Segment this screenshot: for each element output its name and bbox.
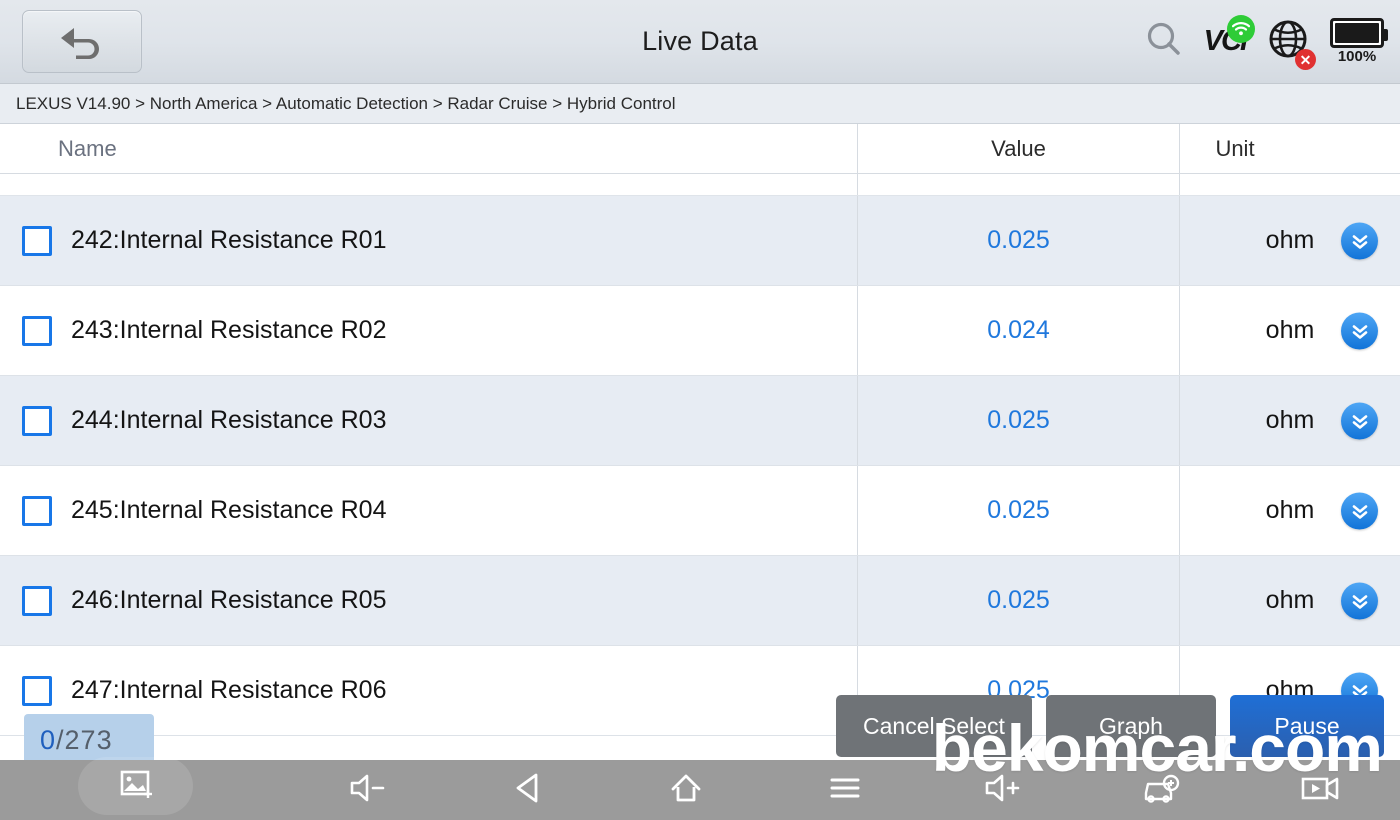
row-name-cell: 246:Internal Resistance R05 — [0, 556, 858, 645]
table-header-spacer — [0, 174, 1400, 196]
volume-up-icon — [982, 771, 1026, 810]
live-data-table: 242:Internal Resistance R010.025ohm243:I… — [0, 196, 1400, 736]
record-video-button[interactable] — [1241, 770, 1400, 811]
row-value-cell: 0.025 — [858, 556, 1180, 645]
row-name-cell: 243:Internal Resistance R02 — [0, 286, 858, 375]
row-checkbox[interactable] — [22, 496, 52, 526]
home-icon — [667, 769, 705, 812]
table-row[interactable]: 243:Internal Resistance R02 0.024 ohm — [0, 286, 1400, 376]
android-back-button[interactable] — [449, 769, 608, 812]
battery-icon — [1330, 18, 1384, 48]
table-header-row: Name Value Unit — [0, 124, 1400, 174]
back-button[interactable] — [22, 10, 142, 73]
row-name-label: 243:Internal Resistance R02 — [71, 316, 386, 345]
row-unit-label: ohm — [1266, 316, 1315, 345]
total-count: /273 — [56, 725, 113, 756]
row-checkbox[interactable] — [22, 586, 52, 616]
screenshot-image-icon — [116, 764, 156, 809]
status-icons: VCI ✕ — [1144, 17, 1384, 66]
battery-status: 100% — [1330, 18, 1384, 65]
row-unit-label: ohm — [1266, 496, 1315, 525]
row-checkbox[interactable] — [22, 226, 52, 256]
android-navigation-bar — [0, 760, 1400, 820]
row-checkbox[interactable] — [22, 676, 52, 706]
search-button[interactable] — [1144, 19, 1184, 64]
row-name-label: 246:Internal Resistance R05 — [71, 586, 386, 615]
column-header-name: Name — [0, 124, 858, 173]
graph-button[interactable]: Graph — [1046, 695, 1216, 757]
volume-down-icon — [347, 771, 391, 810]
android-home-button[interactable] — [607, 769, 766, 812]
chevron-double-down-icon[interactable] — [1341, 582, 1378, 619]
chevron-double-down-icon[interactable] — [1341, 492, 1378, 529]
volume-up-button[interactable] — [924, 771, 1083, 810]
table-row[interactable]: 242:Internal Resistance R01 0.025 ohm — [0, 196, 1400, 286]
triangle-back-icon — [509, 769, 547, 812]
row-checkbox[interactable] — [22, 406, 52, 436]
wifi-connected-badge-icon — [1227, 15, 1255, 43]
row-name-cell: 242:Internal Resistance R01 — [0, 196, 858, 285]
car-diagnostic-button[interactable] — [1083, 769, 1242, 812]
selected-count: 0 — [40, 725, 56, 756]
android-menu-button[interactable] — [766, 773, 925, 808]
row-unit-cell: ohm — [1180, 466, 1400, 555]
column-header-value: Value — [858, 124, 1180, 173]
row-unit-cell: ohm — [1180, 196, 1400, 285]
column-header-unit: Unit — [1180, 124, 1400, 173]
row-value-cell: 0.025 — [858, 466, 1180, 555]
row-unit-label: ohm — [1266, 406, 1315, 435]
row-unit-cell: ohm — [1180, 556, 1400, 645]
row-value-cell: 0.025 — [858, 196, 1180, 285]
video-record-icon — [1298, 770, 1344, 811]
row-unit-cell: ohm — [1180, 376, 1400, 465]
row-name-label: 247:Internal Resistance R06 — [71, 676, 386, 705]
row-value-cell: 0.025 — [858, 376, 1180, 465]
chevron-double-down-icon[interactable] — [1341, 402, 1378, 439]
row-name-label: 244:Internal Resistance R03 — [71, 406, 386, 435]
vci-status-button[interactable]: VCI — [1204, 25, 1246, 58]
row-unit-cell: ohm — [1180, 286, 1400, 375]
car-diagnostic-icon — [1138, 769, 1186, 812]
breadcrumb[interactable]: LEXUS V14.90 > North America > Automatic… — [0, 84, 1400, 124]
row-value-cell: 0.024 — [858, 286, 1180, 375]
table-row[interactable]: 245:Internal Resistance R04 0.025 ohm — [0, 466, 1400, 556]
table-row[interactable]: 244:Internal Resistance R03 0.025 ohm — [0, 376, 1400, 466]
row-name-cell: 244:Internal Resistance R03 — [0, 376, 858, 465]
row-checkbox[interactable] — [22, 316, 52, 346]
disconnected-error-badge-icon: ✕ — [1295, 49, 1316, 70]
row-name-label: 242:Internal Resistance R01 — [71, 226, 386, 255]
battery-percent-label: 100% — [1338, 48, 1376, 65]
pause-button[interactable]: Pause — [1230, 695, 1384, 757]
search-icon — [1144, 19, 1184, 64]
network-status-button[interactable]: ✕ — [1266, 17, 1310, 66]
chevron-double-down-icon[interactable] — [1341, 222, 1378, 259]
volume-down-button[interactable] — [290, 771, 449, 810]
screenshot-button[interactable] — [78, 757, 193, 815]
top-app-bar: Live Data VCI — [0, 0, 1400, 84]
row-unit-label: ohm — [1266, 226, 1315, 255]
row-name-cell: 245:Internal Resistance R04 — [0, 466, 858, 555]
hamburger-menu-icon — [827, 773, 863, 808]
back-arrow-icon — [54, 25, 110, 59]
row-name-label: 245:Internal Resistance R04 — [71, 496, 386, 525]
chevron-double-down-icon[interactable] — [1341, 312, 1378, 349]
table-row[interactable]: 246:Internal Resistance R05 0.025 ohm — [0, 556, 1400, 646]
cancel-select-button[interactable]: Cancel Select — [836, 695, 1032, 757]
row-unit-label: ohm — [1266, 586, 1315, 615]
